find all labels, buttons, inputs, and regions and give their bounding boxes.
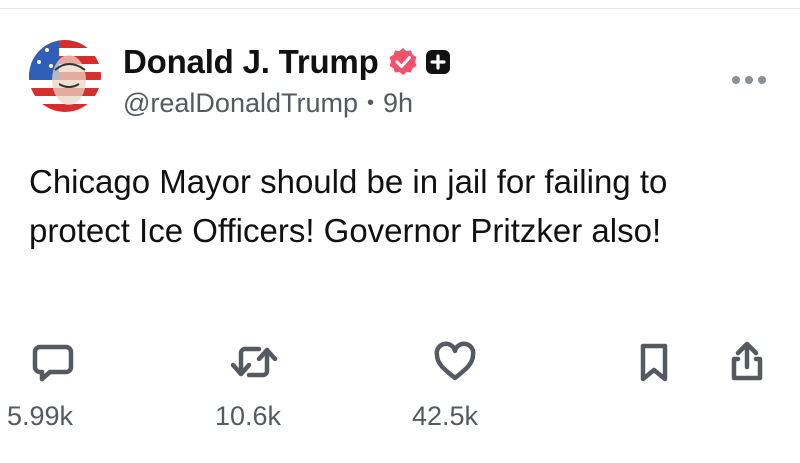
author-handle[interactable]: @realDonaldTrump xyxy=(123,88,358,119)
share-icon xyxy=(731,341,763,381)
heart-icon xyxy=(434,341,476,381)
like-button[interactable] xyxy=(433,340,477,384)
more-options-button[interactable] xyxy=(729,70,769,90)
verified-badge-icon xyxy=(389,48,417,75)
like-count: 42.5k xyxy=(412,401,479,431)
top-divider xyxy=(0,8,800,9)
author-name[interactable]: Donald J. Trump xyxy=(123,43,379,81)
repost-count: 10.6k xyxy=(215,401,282,431)
author-name-row: Donald J. Trump xyxy=(123,42,451,82)
more-dots-icon xyxy=(732,76,766,84)
repost-button[interactable] xyxy=(229,340,279,384)
comment-icon xyxy=(32,344,74,382)
post-time[interactable]: 9h xyxy=(383,88,413,119)
bookmark-icon xyxy=(640,343,668,382)
reply-button[interactable] xyxy=(31,340,75,384)
meta-separator: • xyxy=(367,92,375,114)
bookmark-button[interactable] xyxy=(636,340,672,384)
post-meta: @realDonaldTrump • 9h xyxy=(123,88,413,119)
avatar-image xyxy=(29,40,101,112)
share-button[interactable] xyxy=(725,340,769,384)
avatar[interactable] xyxy=(29,40,101,112)
repost-icon xyxy=(230,346,278,378)
reply-count: 5.99k xyxy=(7,401,74,431)
post-text: Chicago Mayor should be in jail for fail… xyxy=(29,163,668,249)
plus-subscriber-icon xyxy=(425,50,450,74)
